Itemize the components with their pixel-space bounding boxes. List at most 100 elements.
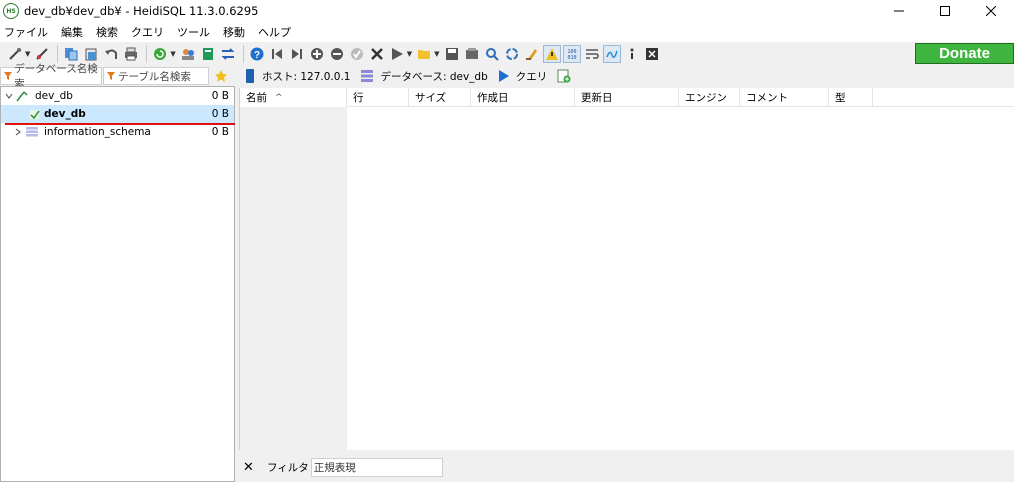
find-icon[interactable] — [483, 45, 501, 63]
filter-panel: ✕ フィルタ 正規表現 — [239, 452, 1014, 482]
tree-item-database-dev-db[interactable]: dev_db 0 B — [1, 105, 234, 123]
warnings-icon[interactable] — [542, 45, 561, 63]
snippet-icon[interactable] — [463, 45, 481, 63]
save-icon[interactable] — [443, 45, 461, 63]
tab-host[interactable]: ホスト: 127.0.0.1 — [240, 66, 356, 86]
minimize-button[interactable] — [876, 0, 922, 22]
donate-button[interactable]: Donate — [915, 43, 1014, 64]
column-header-size[interactable]: サイズ — [409, 88, 471, 107]
wordwrap-icon[interactable] — [583, 45, 601, 63]
database-icon — [30, 110, 40, 120]
favorites-button[interactable] — [209, 69, 233, 83]
tree-item-size: 0 B — [211, 126, 229, 138]
dropdown-arrow-icon[interactable]: ▼ — [25, 50, 30, 58]
export-icon[interactable] — [199, 45, 217, 63]
last-record-icon[interactable] — [288, 45, 306, 63]
window-title: dev_db¥dev_db¥ - HeidiSQL 11.3.0.6295 — [24, 4, 259, 18]
tree-item-label: information_schema — [44, 126, 151, 138]
tree-item-size: 0 B — [211, 108, 229, 120]
table-filter-placeholder: テーブル名検索 — [118, 70, 191, 83]
main-tabs: ホスト: 127.0.0.1 データベース: dev_db クエリ — [240, 66, 577, 86]
clear-icon[interactable] — [523, 45, 541, 63]
dropdown-arrow-icon[interactable]: ▼ — [170, 50, 175, 58]
tab-database[interactable]: データベース: dev_db — [356, 66, 493, 86]
column-header-comment[interactable]: コメント — [740, 88, 829, 107]
column-header-label: 名前 — [246, 92, 267, 104]
maximize-button[interactable] — [922, 0, 968, 22]
tree-item-database-information-schema[interactable]: information_schema 0 B — [1, 123, 234, 141]
toolbar-separator — [146, 45, 148, 63]
filter-input-value: 正規表現 — [313, 461, 356, 474]
run-query-icon[interactable] — [388, 45, 406, 63]
database-filter-input[interactable]: データベース名検索 — [0, 63, 102, 90]
binary-icon[interactable]: 100 010 — [562, 45, 581, 63]
host-icon — [246, 69, 254, 83]
more-icon[interactable] — [623, 45, 641, 63]
column-header-type[interactable]: 型 — [829, 88, 873, 107]
sync-icon[interactable] — [219, 45, 237, 63]
svg-text:?: ? — [254, 50, 260, 61]
chevron-right-icon[interactable] — [14, 128, 22, 136]
server-icon — [16, 91, 28, 102]
menu-help[interactable]: ヘルプ — [258, 24, 291, 40]
new-tab-button[interactable] — [553, 66, 577, 86]
column-header-name[interactable]: 名前 ^ — [240, 88, 347, 107]
menu-edit[interactable]: 編集 — [61, 24, 83, 40]
filter-icon — [4, 72, 12, 80]
filter-icon — [107, 72, 115, 80]
close-window-button[interactable] — [968, 0, 1014, 22]
tree-item-label: dev_db — [44, 108, 86, 120]
toolbar-separator — [242, 45, 244, 63]
exit-icon[interactable] — [643, 45, 661, 63]
menu-search[interactable]: 検索 — [96, 24, 118, 40]
menu-file[interactable]: ファイル — [4, 24, 48, 40]
cancel-icon[interactable] — [368, 45, 386, 63]
print-icon[interactable] — [122, 45, 140, 63]
column-header-label: 型 — [835, 92, 846, 104]
column-header-rows[interactable]: 行 — [347, 88, 409, 107]
menu-query[interactable]: クエリ — [131, 24, 164, 40]
close-filter-button[interactable]: ✕ — [243, 460, 259, 475]
star-icon — [215, 70, 227, 82]
column-header-engine[interactable]: エンジン — [679, 88, 740, 107]
column-header-label: 更新日 — [581, 92, 613, 104]
database-tree: dev_db 0 B dev_db 0 B information_schema… — [0, 86, 235, 482]
sql-help-icon[interactable] — [602, 45, 621, 63]
main-toolbar: ▼ ▼ ? ▼ ▼ 100 010 — [0, 42, 1014, 66]
heidisql-logo-icon: HS — [3, 3, 19, 19]
undo-icon[interactable] — [102, 45, 120, 63]
help-icon[interactable]: ? — [248, 45, 266, 63]
column-header-updated[interactable]: 更新日 — [575, 88, 679, 107]
sort-ascending-icon: ^ — [275, 92, 283, 103]
column-header-label: サイズ — [415, 92, 447, 104]
run-icon — [498, 70, 509, 82]
user-manager-icon[interactable] — [179, 45, 197, 63]
replace-icon[interactable] — [503, 45, 521, 63]
tab-host-label: ホスト: 127.0.0.1 — [262, 70, 351, 83]
table-list-grid: 名前 ^ 行 サイズ 作成日 更新日 エンジン コメント 型 — [239, 88, 1014, 450]
filter-input[interactable]: 正規表現 — [310, 457, 443, 477]
tree-item-label: dev_db — [35, 90, 73, 102]
menu-tools[interactable]: ツール — [177, 24, 210, 40]
open-folder-icon[interactable] — [415, 45, 433, 63]
title-bar: HS dev_db¥dev_db¥ - HeidiSQL 11.3.0.6295 — [0, 0, 1014, 22]
menu-go[interactable]: 移動 — [223, 24, 245, 40]
post-icon[interactable] — [348, 45, 366, 63]
delete-record-icon[interactable] — [328, 45, 346, 63]
svg-text:010: 010 — [567, 55, 576, 61]
column-header-label: 作成日 — [477, 92, 509, 104]
menu-bar: ファイル 編集 検索 クエリ ツール 移動 ヘルプ — [0, 22, 1014, 42]
tab-query[interactable]: クエリ — [494, 66, 554, 86]
chevron-down-icon[interactable] — [5, 92, 13, 100]
add-record-icon[interactable] — [308, 45, 326, 63]
dropdown-arrow-icon[interactable]: ▼ — [434, 50, 439, 58]
tree-item-server[interactable]: dev_db 0 B — [1, 87, 234, 105]
column-header-created[interactable]: 作成日 — [471, 88, 575, 107]
refresh-icon[interactable] — [151, 45, 169, 63]
dropdown-arrow-icon[interactable]: ▼ — [407, 50, 412, 58]
first-record-icon[interactable] — [268, 45, 286, 63]
table-filter-input[interactable]: テーブル名検索 — [103, 67, 209, 85]
tree-filter-bar: データベース名検索 テーブル名検索 — [0, 63, 236, 90]
minimize-icon — [894, 10, 904, 12]
tree-item-size: 0 B — [211, 90, 229, 102]
